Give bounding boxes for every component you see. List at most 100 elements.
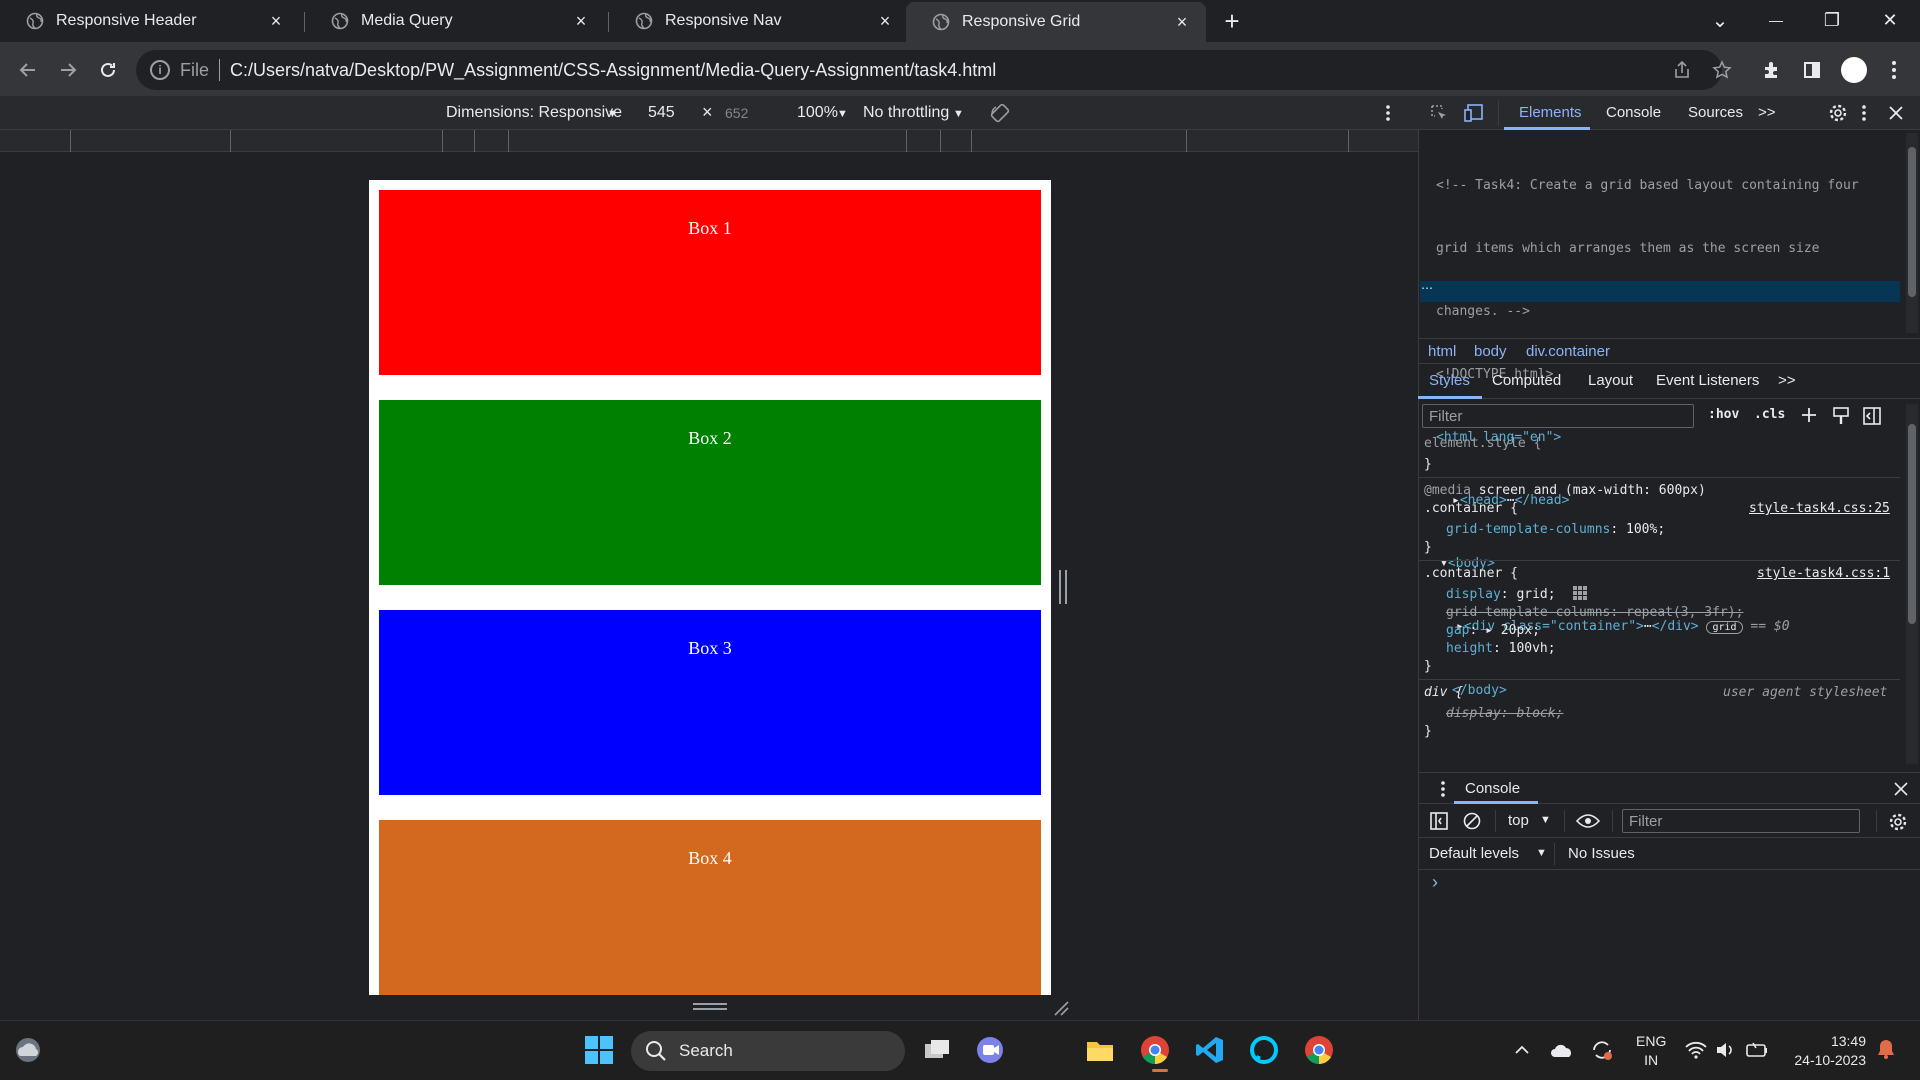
- teams-chat-icon[interactable]: [974, 1034, 1006, 1066]
- gear-icon[interactable]: [1828, 103, 1848, 123]
- div-selector[interactable]: div {: [1424, 685, 1463, 700]
- tab-console[interactable]: Console: [1606, 104, 1661, 121]
- tab-responsive-header[interactable]: Responsive Header ×: [0, 0, 300, 42]
- clock[interactable]: 13:49 24-10-2023: [1786, 1032, 1866, 1070]
- context-selector[interactable]: top: [1508, 812, 1529, 829]
- resize-handle-bottom[interactable]: [693, 1003, 727, 1010]
- weather-cloud-icon[interactable]: [12, 1036, 44, 1064]
- url-text[interactable]: C:/Users/natva/Desktop/PW_Assignment/CSS…: [230, 60, 996, 81]
- device-toggle-icon[interactable]: [1463, 103, 1485, 123]
- close-icon[interactable]: ×: [875, 11, 895, 31]
- breadcrumb-body[interactable]: body: [1474, 343, 1507, 360]
- volume-icon[interactable]: [1715, 1040, 1737, 1060]
- tab-layout[interactable]: Layout: [1588, 372, 1633, 389]
- chevron-up-icon[interactable]: [1514, 1042, 1530, 1058]
- rotate-icon[interactable]: [989, 102, 1011, 124]
- sync-icon[interactable]: [1590, 1038, 1614, 1062]
- drawer-tab-console[interactable]: Console: [1465, 780, 1520, 797]
- console-prompt[interactable]: ›: [1432, 872, 1438, 893]
- forward-button[interactable]: [52, 54, 84, 86]
- grid-editor-icon[interactable]: [1572, 585, 1588, 601]
- windows-start-icon[interactable]: [584, 1035, 614, 1065]
- sidebar-icon[interactable]: [1430, 812, 1448, 830]
- restore-button[interactable]: ❐: [1804, 0, 1860, 40]
- styles-scrollbar[interactable]: [1906, 404, 1918, 764]
- vscode-icon[interactable]: [1194, 1034, 1226, 1066]
- css-property-line[interactable]: display: grid;: [1446, 587, 1556, 602]
- new-tab-button[interactable]: +: [1218, 8, 1246, 36]
- alexa-icon[interactable]: [1248, 1034, 1280, 1066]
- source-link[interactable]: style-task4.css:25: [1749, 501, 1890, 516]
- overridden-property-line[interactable]: display: block;: [1446, 706, 1563, 721]
- tab-elements[interactable]: Elements: [1519, 104, 1582, 121]
- add-rule-icon[interactable]: [1800, 406, 1820, 426]
- tab-media-query[interactable]: Media Query ×: [305, 0, 605, 42]
- tab-responsive-grid[interactable]: Responsive Grid ×: [906, 2, 1206, 42]
- grid-badge[interactable]: grid: [1706, 621, 1743, 634]
- width-input[interactable]: 545: [648, 104, 675, 122]
- breadcrumb-container[interactable]: div.container: [1526, 343, 1610, 360]
- eye-icon[interactable]: [1576, 813, 1600, 829]
- side-panel-icon[interactable]: [1798, 56, 1826, 84]
- container-selector[interactable]: .container {: [1424, 566, 1518, 581]
- reload-button[interactable]: [92, 54, 124, 86]
- node-actions-icon[interactable]: ⋯: [1421, 281, 1433, 295]
- close-icon[interactable]: ×: [1172, 12, 1192, 32]
- close-window-button[interactable]: ✕: [1862, 0, 1918, 40]
- resize-handle-right[interactable]: [1059, 570, 1067, 604]
- styles-filter-input[interactable]: Filter: [1422, 404, 1694, 428]
- css-property-line[interactable]: grid-template-columns: 100%;: [1446, 522, 1665, 537]
- dimensions-dropdown[interactable]: Dimensions: Responsive: [446, 104, 622, 122]
- height-input[interactable]: 652: [725, 105, 748, 121]
- zoom-dropdown[interactable]: 100%: [797, 104, 838, 122]
- file-explorer-icon[interactable]: [1084, 1034, 1116, 1066]
- tab-sources[interactable]: Sources: [1688, 104, 1743, 121]
- dom-scrollbar[interactable]: [1906, 133, 1918, 333]
- inspect-element-icon[interactable]: [1429, 103, 1449, 123]
- taskbar-search[interactable]: Search: [631, 1031, 905, 1071]
- media-query-ruler[interactable]: [0, 130, 1418, 152]
- tab-styles[interactable]: Styles: [1429, 372, 1470, 389]
- container-selector[interactable]: .container {: [1424, 501, 1518, 516]
- address-bar[interactable]: i File C:/Users/natva/Desktop/PW_Assignm…: [136, 50, 1722, 90]
- minimize-button[interactable]: —: [1748, 0, 1804, 40]
- info-icon[interactable]: i: [150, 60, 170, 80]
- notification-bell-icon[interactable]: [1876, 1038, 1896, 1060]
- breadcrumb-html[interactable]: html: [1428, 343, 1456, 360]
- task-view-icon[interactable]: [921, 1034, 953, 1066]
- issues-count[interactable]: No Issues: [1568, 845, 1635, 862]
- close-icon[interactable]: [1894, 782, 1908, 796]
- hov-toggle[interactable]: :hov: [1708, 407, 1739, 422]
- tab-responsive-nav[interactable]: Responsive Nav ×: [609, 0, 909, 42]
- onedrive-cloud-icon[interactable]: [1550, 1041, 1574, 1059]
- sidebar-toggle-icon[interactable]: [1862, 406, 1882, 426]
- devtools-menu-icon[interactable]: [1861, 104, 1867, 122]
- source-link[interactable]: style-task4.css:1: [1757, 566, 1890, 581]
- profile-avatar[interactable]: [1840, 56, 1868, 84]
- console-filter-input[interactable]: Filter: [1622, 809, 1860, 833]
- cls-toggle[interactable]: .cls: [1754, 407, 1785, 422]
- close-icon[interactable]: ×: [266, 11, 286, 31]
- battery-icon[interactable]: [1745, 1040, 1769, 1060]
- gear-icon[interactable]: [1888, 812, 1908, 832]
- overridden-property-line[interactable]: grid-template-columns: repeat(3, 3fr);: [1446, 605, 1743, 620]
- chrome-menu-icon[interactable]: [1880, 56, 1908, 84]
- chrome-icon[interactable]: [1139, 1034, 1171, 1066]
- language-indicator[interactable]: ENG IN: [1636, 1032, 1666, 1070]
- wifi-icon[interactable]: [1685, 1040, 1707, 1060]
- more-options-icon[interactable]: [1385, 104, 1391, 122]
- tab-computed[interactable]: Computed: [1492, 372, 1561, 389]
- tab-event-listeners[interactable]: Event Listeners: [1656, 372, 1759, 389]
- more-tabs-button[interactable]: >>: [1758, 104, 1776, 121]
- share-icon[interactable]: [1668, 56, 1696, 84]
- clear-console-icon[interactable]: [1463, 812, 1481, 830]
- chrome-icon[interactable]: [1303, 1034, 1335, 1066]
- throttling-dropdown[interactable]: No throttling: [863, 104, 949, 122]
- paint-brush-icon[interactable]: [1832, 406, 1850, 426]
- log-levels-dropdown[interactable]: Default levels: [1429, 845, 1519, 862]
- close-icon[interactable]: [1888, 105, 1904, 121]
- bookmark-star-icon[interactable]: [1708, 56, 1736, 84]
- tab-search-dropdown[interactable]: ⌄: [1692, 0, 1748, 40]
- more-subtabs-button[interactable]: >>: [1778, 372, 1796, 389]
- element-style-rule[interactable]: element.style {: [1424, 436, 1541, 451]
